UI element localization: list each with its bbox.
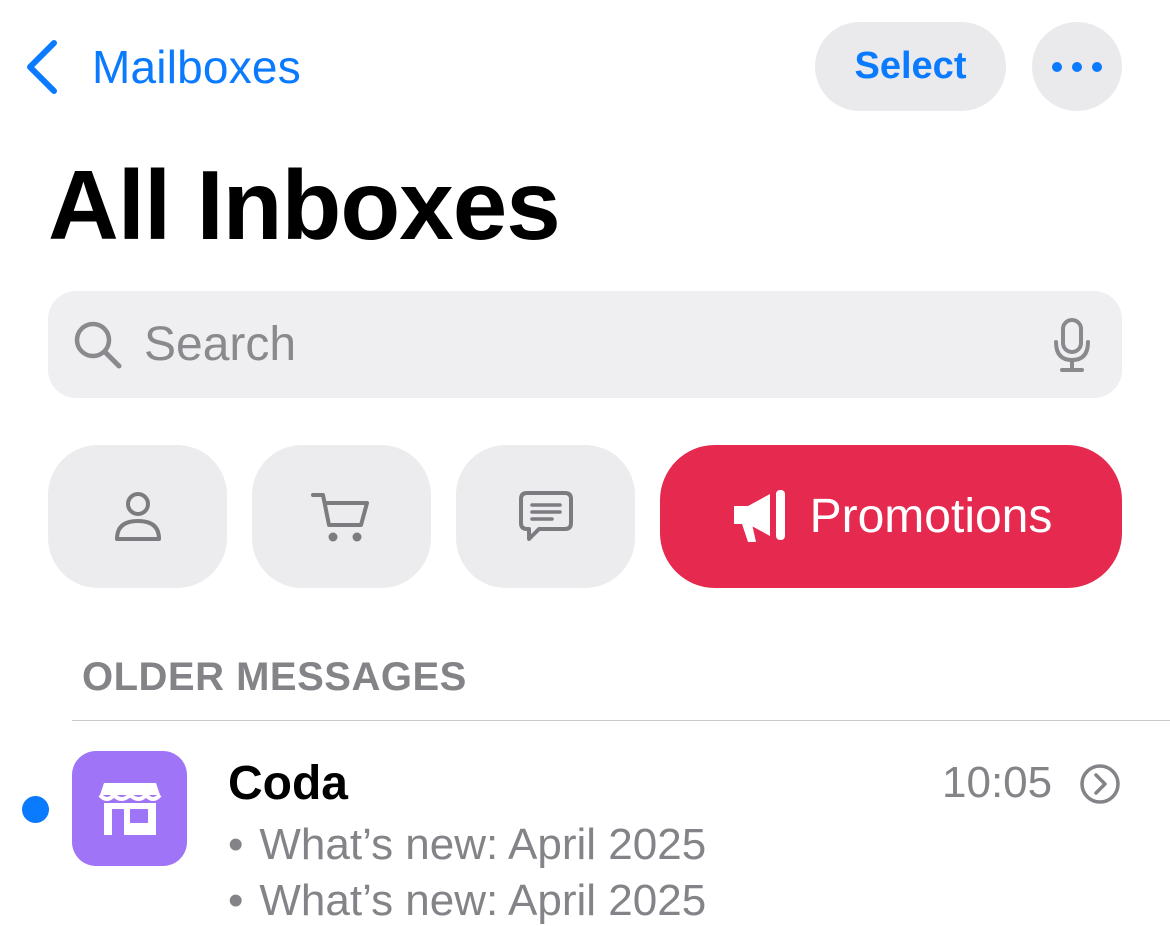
message-preview-line[interactable]: • What’s new: April 2025 [228,820,706,870]
search-icon [74,321,122,368]
cart-icon [310,492,369,541]
select-button[interactable]: Select [815,22,1006,111]
preview-text: What’s new: April 2025 [259,876,707,925]
section-header: OLDER MESSAGES [82,655,467,699]
message-sender: Coda [228,757,348,810]
back-button-label: Mailboxes [92,41,301,93]
preview-text: What’s new: April 2025 [259,820,707,869]
unread-indicator [22,796,49,823]
search-input[interactable] [144,317,1004,372]
more-button[interactable] [1032,22,1122,111]
promotions-label: Promotions [809,490,1053,543]
person-icon [114,491,161,541]
chevron-left-icon [27,40,57,94]
section-divider [72,720,1170,721]
megaphone-icon [733,489,785,542]
category-transactions-chip[interactable] [252,445,431,588]
chat-bubble-icon [518,490,573,541]
category-updates-chip[interactable] [456,445,635,588]
back-button[interactable]: Mailboxes [22,34,301,100]
sender-avatar [72,751,187,866]
search-bar[interactable] [48,291,1122,398]
category-promotions-chip[interactable]: Promotions [660,445,1122,588]
message-preview-line[interactable]: • What’s new: April 2025 [228,876,706,926]
storefront-icon [97,782,162,835]
preview-bullet: • [228,820,244,869]
ellipsis-icon [1052,61,1102,72]
category-primary-chip[interactable] [48,445,227,588]
message-time: 10:05 [942,758,1053,807]
chevron-circle-icon[interactable] [1079,763,1121,805]
microphone-icon[interactable] [1052,318,1092,374]
preview-bullet: • [228,876,244,925]
page-title: All Inboxes [48,150,561,260]
